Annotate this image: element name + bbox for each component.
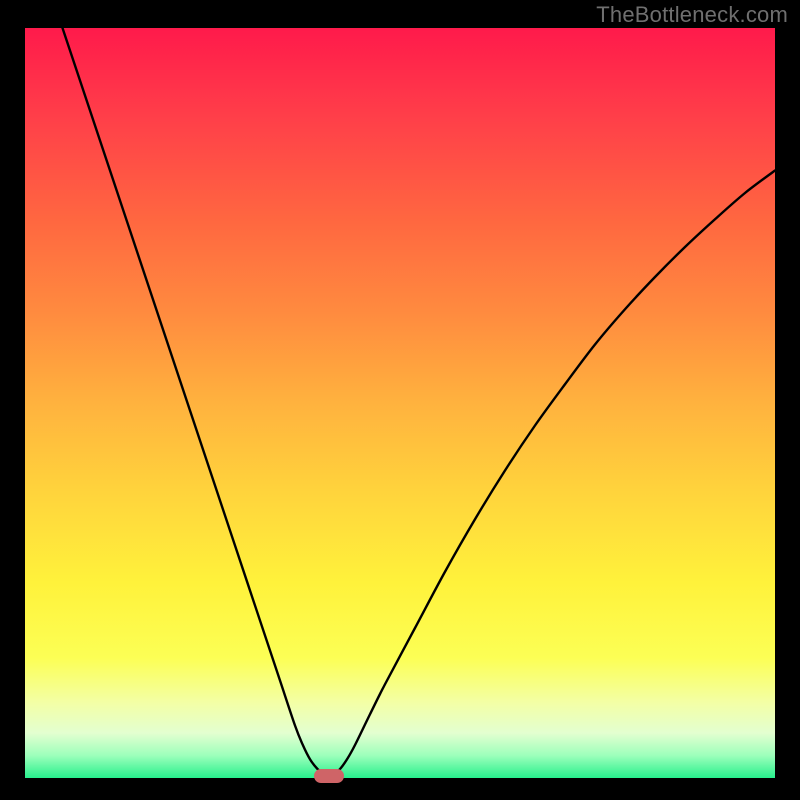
bottleneck-curve <box>25 28 775 778</box>
plot-area <box>25 28 775 778</box>
optimal-marker <box>314 769 344 783</box>
chart-frame: TheBottleneck.com <box>0 0 800 800</box>
watermark-text: TheBottleneck.com <box>596 2 788 28</box>
